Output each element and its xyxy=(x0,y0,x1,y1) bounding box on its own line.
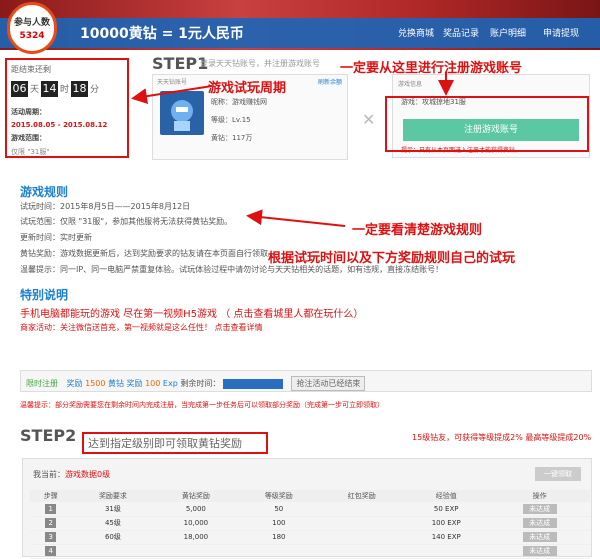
row-redpacket xyxy=(320,544,404,559)
row-requirement xyxy=(71,544,155,559)
row-level-reward: 50 xyxy=(237,502,321,517)
table-row: 2 45级 10,000 100 100 EXP 未达成 xyxy=(30,516,590,531)
remaining-time-digits xyxy=(222,378,283,389)
row-step: 4 xyxy=(45,546,57,556)
row-action-button[interactable]: 未达成 xyxy=(522,546,557,556)
row-exp xyxy=(403,544,490,559)
rules-title: 游戏规则 xyxy=(20,185,69,199)
col-exp: 经验值 xyxy=(403,490,490,502)
row-diamonds: 5,000 xyxy=(154,502,238,517)
limited-label: 限时注册 xyxy=(26,379,58,388)
reward-label: 奖励 xyxy=(66,379,83,388)
step2-title: STEP2 xyxy=(20,426,77,445)
participants-count: 5324 xyxy=(19,31,45,41)
limited-register-button[interactable]: 抢注活动已经结束 xyxy=(291,376,366,391)
col-requirement: 奖励要求 xyxy=(71,490,155,502)
row-step: 2 xyxy=(45,518,57,528)
annotation-read-rules: 一定要看清楚游戏规则 xyxy=(352,223,483,238)
special-line-2[interactable]: 商家活动：关注微信送首充，第一视频就是这么任性！ 点击查看详情 xyxy=(20,322,263,333)
warning-text: 温馨提示：部分奖励需要您在剩余时间内完成注册，当完成第一步任务后可以领取部分奖励… xyxy=(20,401,384,409)
reward-table: 步骤 奖励要求 黄钻奖励 等级奖励 红包奖励 经验值 操作 1 31级 5,00… xyxy=(30,490,590,559)
row-action-button[interactable]: 未达成 xyxy=(522,503,557,514)
step2-subtitle: 达到指定级别即可领取黄钻奖励 xyxy=(88,437,242,450)
row-diamonds: 10,000 xyxy=(154,516,238,531)
row-redpacket xyxy=(320,530,404,545)
row-diamonds xyxy=(154,544,238,559)
row-level-reward xyxy=(237,544,321,559)
reward-diamonds: 1500 xyxy=(85,379,106,388)
limited-register-bar: 限时注册 奖励 1500 黄钻 奖励 100 Exp 剩余时间： 抢注活动已经结… xyxy=(20,370,592,392)
table-row: 3 60级 18,000 180 140 EXP 未达成 xyxy=(30,530,590,545)
row-level-reward: 100 xyxy=(237,516,321,531)
rule-line-3: 更新时间：实时更新 xyxy=(20,233,92,242)
annotation-trial-period: 游戏试玩周期 xyxy=(208,81,287,96)
reward-exp: 100 xyxy=(145,379,161,388)
row-action-button[interactable]: 未达成 xyxy=(522,532,557,542)
row-step: 1 xyxy=(45,503,57,514)
row-action-button[interactable]: 未达成 xyxy=(522,518,557,528)
col-step: 步骤 xyxy=(30,490,72,502)
annotation-register-here: 一定要从这里进行注册游戏账号 xyxy=(340,61,523,76)
diamond-unit: 黄钻 xyxy=(108,379,124,388)
row-redpacket xyxy=(320,516,404,531)
col-diamonds: 黄钻奖励 xyxy=(154,490,238,502)
rule-line-5: 温馨提示：同一IP、同一电脑严禁重复体验。试玩体验过程中请勿讨论与天天钻相关的话… xyxy=(20,265,444,274)
remaining-label: 剩余时间： xyxy=(180,379,221,388)
special-line-1[interactable]: 手机电脑都能玩的游戏 尽在第一视频H5游戏 （ 点击查看城里人都在玩什么） xyxy=(20,305,363,320)
special-title: 特别说明 xyxy=(20,288,69,302)
row-requirement: 45级 xyxy=(71,516,155,531)
receive-all-button[interactable]: 一键领取 xyxy=(535,467,581,481)
rule-line-4: 黄钻奖励：游戏数据更新后，达到奖励要求的钻友请在本页面自行领取。 xyxy=(20,249,270,258)
table-row: 1 31级 5,000 50 50 EXP 未达成 xyxy=(30,502,590,517)
col-level-reward: 等级奖励 xyxy=(237,490,321,502)
row-requirement: 31级 xyxy=(71,502,155,517)
table-row: 4 未达成 xyxy=(30,544,590,559)
participants-badge: 参与人数 5324 xyxy=(7,2,57,54)
row-level-reward: 180 xyxy=(237,530,321,545)
rule-line-2: 试玩范围：仅限 "31服"，参加其他服将无法获得黄钻奖励。 xyxy=(20,217,233,226)
row-diamonds: 18,000 xyxy=(154,530,238,545)
col-action: 操作 xyxy=(489,490,590,502)
exp-unit: Exp xyxy=(162,379,178,388)
current-value: 游戏数据0级 xyxy=(65,470,111,479)
rule-line-1: 试玩时间：2015年8月5日——2015年8月12日 xyxy=(20,202,191,211)
row-requirement: 60级 xyxy=(71,530,155,545)
step2-promo: 15级钻友，可获得等级提成2% 最高等级提成20% xyxy=(412,433,592,442)
row-step: 3 xyxy=(45,532,57,542)
participants-label: 参与人数 xyxy=(13,18,50,28)
current-label: 我当前： xyxy=(33,470,65,479)
col-redpacket: 红包奖励 xyxy=(320,490,404,502)
row-redpacket xyxy=(320,502,404,517)
row-exp: 50 EXP xyxy=(403,502,490,517)
row-exp: 100 EXP xyxy=(403,516,490,531)
row-exp: 140 EXP xyxy=(403,530,490,545)
reward-exp-label: 奖励 xyxy=(126,379,143,388)
